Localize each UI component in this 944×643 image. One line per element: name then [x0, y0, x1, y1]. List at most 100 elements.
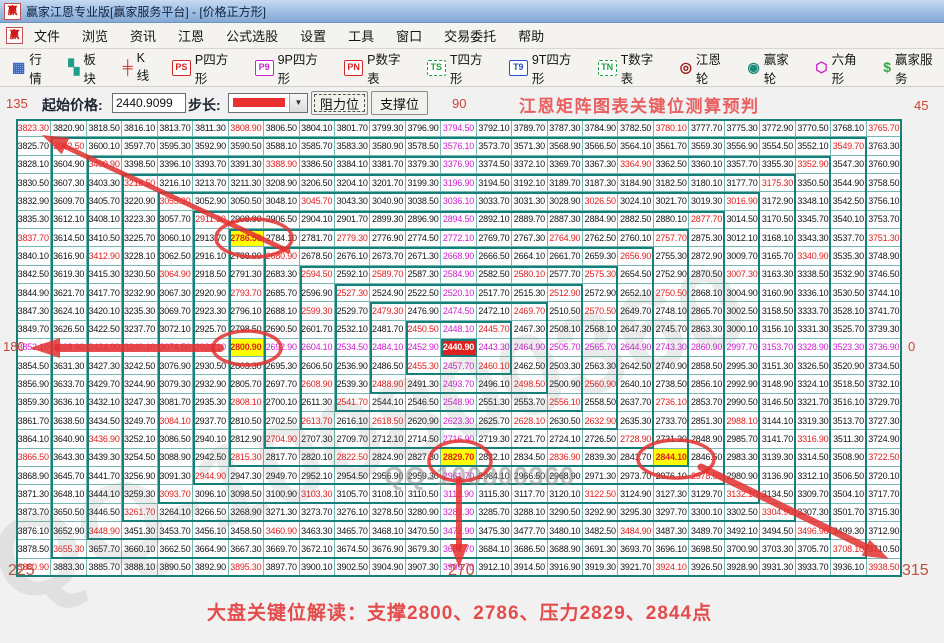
menu-item-帮助[interactable]: 帮助 [507, 29, 555, 44]
toolbar-item-江恩轮[interactable]: ◎江恩轮 [680, 49, 733, 87]
grid-cell: 3520.90 [831, 357, 866, 375]
menu-item-浏览[interactable]: 浏览 [71, 29, 119, 44]
grid-cell: 3919.30 [583, 559, 618, 577]
grid-cell: 3177.70 [725, 174, 760, 192]
grid-cell: 2860.90 [689, 339, 724, 357]
angle-label-90: 90 [452, 96, 466, 111]
menu-item-窗口[interactable]: 窗口 [385, 29, 433, 44]
grid-cell: 3916.90 [548, 559, 583, 577]
grid-cell: 2918.50 [193, 266, 228, 284]
grid-cell: 3578.50 [406, 137, 441, 155]
grid-cell: 3856.90 [16, 375, 51, 393]
grid-cell: 2949.70 [264, 467, 299, 485]
menu-item-文件[interactable]: 文件 [23, 29, 71, 44]
grid-cell: 2580.10 [512, 266, 547, 284]
menu-item-工具[interactable]: 工具 [337, 29, 385, 44]
toolbar-item-P四方形[interactable]: PSP四方形 [172, 49, 240, 87]
menu-item-公式选股[interactable]: 公式选股 [215, 29, 289, 44]
header-note: 江恩矩阵图表关键位测算预判 [519, 92, 760, 117]
grid-cell: 2652.10 [618, 284, 653, 302]
grid-cell: 3489.70 [689, 522, 724, 540]
grid-cell: 2445.70 [477, 321, 512, 339]
grid-cell: 3564.10 [618, 137, 653, 155]
toolbar-item-六角形[interactable]: ⬡六角形 [815, 49, 868, 87]
grid-cell: 3912.10 [477, 559, 512, 577]
grid-cell: 2522.50 [406, 284, 441, 302]
grid-cell: 2997.70 [725, 339, 760, 357]
grid-cell: 3842.50 [16, 266, 51, 284]
grid-cell: 3547.30 [831, 156, 866, 174]
grid-cell: 2587.30 [406, 266, 441, 284]
grid-cell: 2505.70 [548, 339, 583, 357]
grid-cell: 3866.50 [16, 449, 51, 467]
toolbar-item-行情[interactable]: ▦行情 [12, 49, 54, 87]
grid-cell: 2889.70 [512, 211, 547, 229]
grid-cell: 3216.10 [158, 174, 193, 192]
start-price-input[interactable] [112, 93, 186, 113]
grid-cell: 3837.70 [16, 229, 51, 247]
toolbar-item-板块[interactable]: ▚板块 [69, 49, 108, 87]
grid-cell: 3669.70 [264, 540, 299, 558]
grid-cell: 3775.30 [725, 119, 760, 137]
toolbar-item-赢家服务[interactable]: $赢家服务 [883, 49, 944, 87]
grid-cell: 2553.70 [512, 394, 547, 412]
grid-cell: 2704.90 [264, 430, 299, 448]
grid-cell: 2731.30 [654, 430, 689, 448]
menu-item-交易委托[interactable]: 交易委托 [433, 29, 507, 44]
support-button[interactable]: 支撑位 [371, 91, 428, 115]
grid-cell: 2659.30 [583, 247, 618, 265]
grid-cell: 3220.90 [122, 192, 157, 210]
toolbar-item-赢家轮[interactable]: ◉赢家轮 [748, 49, 801, 87]
grid-cell: 3019.30 [689, 192, 724, 210]
menu-item-资讯[interactable]: 资讯 [119, 29, 167, 44]
menu-item-江恩[interactable]: 江恩 [167, 29, 215, 44]
grid-cell: 3352.90 [796, 156, 831, 174]
toolbar-item-T四方形[interactable]: TST四方形 [427, 49, 494, 87]
grid-cell: 2517.70 [477, 284, 512, 302]
grid-cell: 3657.70 [87, 540, 122, 558]
window-title: 赢家江恩专业版[赢家服务平台] - [价格正方形] [26, 3, 266, 20]
menu-item-设置[interactable]: 设置 [289, 29, 337, 44]
grid-cell: 3506.50 [831, 467, 866, 485]
grid-cell: 2606.50 [300, 357, 335, 375]
toolbar-item-9T四方形[interactable]: T99T四方形 [509, 49, 583, 87]
grid-cell: 3021.70 [654, 192, 689, 210]
toolbar-item-9P四方形[interactable]: P99P四方形 [255, 49, 330, 87]
grid-cell: 3163.30 [760, 266, 795, 284]
grid-cell: 2841.70 [618, 449, 653, 467]
grid-cell: 2810.50 [229, 412, 264, 430]
grid-cell: 3057.70 [158, 211, 193, 229]
toolbar-item-P数字表[interactable]: PNP数字表 [344, 49, 412, 87]
grid-cell: 3439.30 [87, 449, 122, 467]
grid-cell: 3417.70 [87, 284, 122, 302]
grid-cell: 3664.90 [193, 540, 228, 558]
grid-cell: 3744.10 [867, 284, 902, 302]
grid-cell: 3482.50 [583, 522, 618, 540]
grid-cell: 3139.30 [760, 449, 795, 467]
grid-cell: 2500.90 [548, 375, 583, 393]
grid-cell: 3544.90 [831, 174, 866, 192]
grid-cell: 3933.70 [796, 559, 831, 577]
grid-cell: 2577.70 [548, 266, 583, 284]
step-color-select[interactable]: ▼ [228, 93, 308, 113]
grid-cell: 2726.50 [583, 430, 618, 448]
grid-cell: 3640.90 [51, 430, 86, 448]
grid-cell: 3674.50 [335, 540, 370, 558]
grid-cell: 2618.50 [370, 412, 405, 430]
grid-cell: 3052.90 [193, 192, 228, 210]
grid-cell: 3040.90 [370, 192, 405, 210]
grid-cell: 3211.30 [229, 174, 264, 192]
resistance-button[interactable]: 阻力位 [311, 91, 368, 115]
grid-cell: 3405.70 [87, 192, 122, 210]
chevron-down-icon[interactable]: ▼ [289, 94, 307, 112]
toolbar-item-K线[interactable]: ╪K线 [123, 51, 157, 84]
grid-cell: 3691.30 [583, 540, 618, 558]
grid-cell: 3650.50 [51, 504, 86, 522]
toolbar-item-T数字表[interactable]: TNT数字表 [598, 49, 665, 87]
grid-cell: 3388.90 [264, 156, 299, 174]
kline-icon: ╪ [123, 60, 133, 75]
grid-cell: 3681.70 [441, 540, 476, 558]
grid-cell: 3784.90 [583, 119, 618, 137]
grid-cell: 3098.50 [229, 485, 264, 503]
grid-cell: 3088.90 [158, 449, 193, 467]
